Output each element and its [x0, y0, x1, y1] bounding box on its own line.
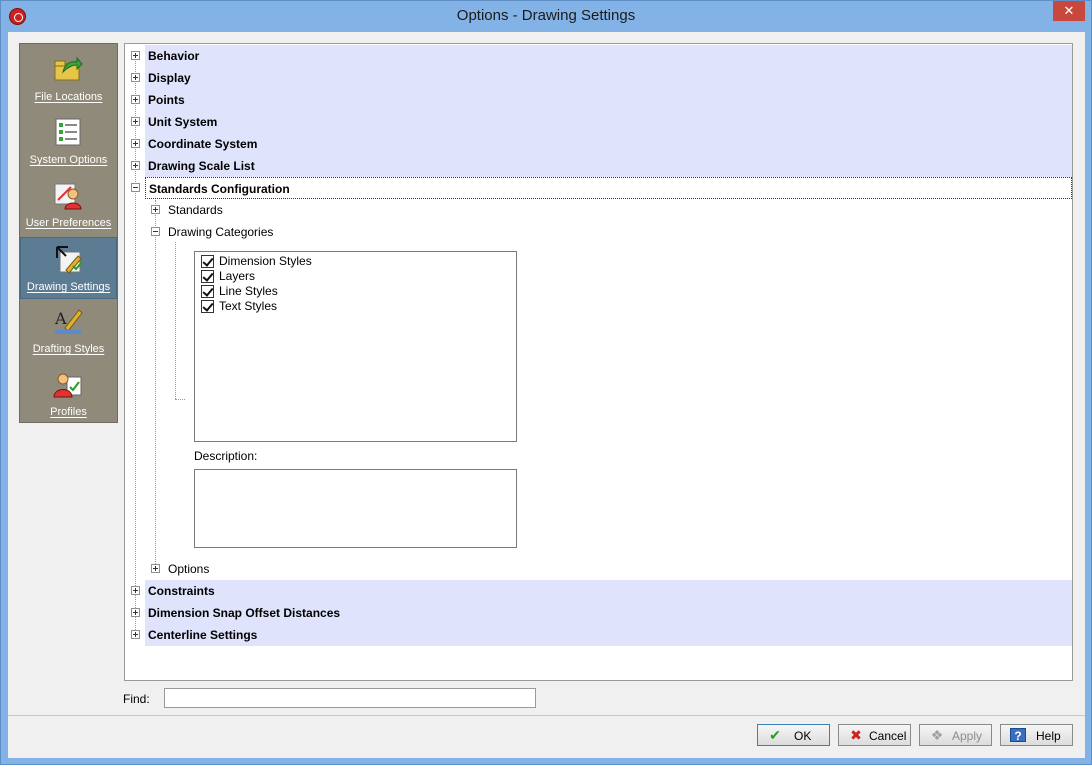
nav-label: System Options	[29, 154, 108, 166]
checklist-icon	[55, 118, 81, 146]
nav-label: Profiles	[50, 406, 87, 418]
drawing-settings-icon	[56, 246, 83, 274]
nav-item-system-options[interactable]: System Options	[20, 111, 117, 173]
help-icon: ?	[1010, 728, 1026, 743]
nav-item-drawing-settings[interactable]: Drawing Settings	[20, 237, 117, 299]
checkbox-checked-icon[interactable]	[201, 270, 214, 283]
expand-display-icon[interactable]	[131, 73, 140, 82]
folder-arrow-icon	[54, 56, 83, 81]
help-button[interactable]: ? Help	[1000, 724, 1073, 746]
expand-centerline-settings-icon[interactable]	[131, 630, 140, 639]
expand-dimension-snap-icon[interactable]	[131, 608, 140, 617]
find-label: Find:	[123, 692, 150, 706]
title-bar[interactable]: Options - Drawing Settings ✕	[1, 1, 1091, 32]
tree-node-centerline-settings[interactable]: Centerline Settings	[145, 624, 1072, 646]
settings-tree: Behavior Display Points Unit System Coor…	[124, 43, 1073, 681]
dialog-client: File Locations System Options User Prefe…	[8, 32, 1085, 758]
user-preferences-icon	[54, 183, 82, 210]
expand-unit-system-icon[interactable]	[131, 117, 140, 126]
options-window: Options - Drawing Settings ✕ File Locati…	[0, 0, 1092, 765]
tree-node-points[interactable]: Points	[145, 89, 1072, 111]
checkbox-checked-icon[interactable]	[201, 255, 214, 268]
tree-node-coordinate-system[interactable]: Coordinate System	[145, 133, 1072, 155]
expand-drawing-scale-list-icon[interactable]	[131, 161, 140, 170]
tree-node-standards-configuration[interactable]: Standards Configuration	[145, 177, 1072, 199]
expand-standards-icon[interactable]	[151, 205, 160, 214]
profiles-icon	[53, 373, 82, 398]
window-title: Options - Drawing Settings	[456, 7, 636, 24]
svg-text:A: A	[54, 309, 67, 328]
tree-node-behavior[interactable]: Behavior	[145, 45, 1072, 67]
tree-line	[155, 200, 156, 570]
drawing-categories-list[interactable]: Dimension Styles Layers Line Styles Text…	[194, 251, 517, 442]
nav-label: Drawing Settings	[26, 281, 111, 293]
nav-label: Drafting Styles	[32, 343, 105, 355]
ok-button[interactable]: ✔ OK	[757, 724, 830, 746]
collapse-drawing-categories-icon[interactable]	[151, 227, 160, 236]
nav-label: File Locations	[34, 91, 103, 103]
tree-node-standards[interactable]: Standards	[165, 199, 465, 221]
expand-behavior-icon[interactable]	[131, 51, 140, 60]
apply-icon: ❖	[930, 727, 944, 743]
tree-line	[175, 399, 185, 400]
expand-options-icon[interactable]	[151, 564, 160, 573]
nav-item-profiles[interactable]: Profiles	[20, 363, 117, 425]
divider	[8, 715, 1085, 716]
expand-constraints-icon[interactable]	[131, 586, 140, 595]
collapse-standards-configuration-icon[interactable]	[131, 183, 140, 192]
cancel-button[interactable]: ✖ Cancel	[838, 724, 911, 746]
tree-node-unit-system[interactable]: Unit System	[145, 111, 1072, 133]
checkbox-checked-icon[interactable]	[201, 300, 214, 313]
checkbox-checked-icon[interactable]	[201, 285, 214, 298]
apply-button[interactable]: ❖ Apply	[919, 724, 992, 746]
tree-node-constraints[interactable]: Constraints	[145, 580, 1072, 602]
close-button[interactable]: ✕	[1053, 1, 1085, 21]
checkmark-icon: ✔	[769, 727, 781, 743]
options-nav: File Locations System Options User Prefe…	[19, 43, 118, 423]
expand-points-icon[interactable]	[131, 95, 140, 104]
nav-item-user-preferences[interactable]: User Preferences	[20, 174, 117, 236]
nav-item-file-locations[interactable]: File Locations	[20, 48, 117, 110]
nav-label: User Preferences	[25, 217, 112, 229]
expand-coordinate-system-icon[interactable]	[131, 139, 140, 148]
tree-node-dimension-snap-offset-distances[interactable]: Dimension Snap Offset Distances	[145, 602, 1072, 624]
drafting-styles-icon: A	[54, 309, 83, 334]
cancel-x-icon: ✖	[850, 727, 862, 743]
description-box	[194, 469, 517, 548]
nav-item-drafting-styles[interactable]: A Drafting Styles	[20, 300, 117, 362]
find-input[interactable]	[164, 688, 536, 708]
tree-node-drawing-categories[interactable]: Drawing Categories	[165, 221, 465, 243]
tree-node-display[interactable]: Display	[145, 67, 1072, 89]
tree-node-drawing-scale-list[interactable]: Drawing Scale List	[145, 155, 1072, 177]
description-label: Description:	[194, 449, 258, 463]
tree-line	[175, 242, 176, 399]
tree-node-options[interactable]: Options	[165, 558, 465, 580]
